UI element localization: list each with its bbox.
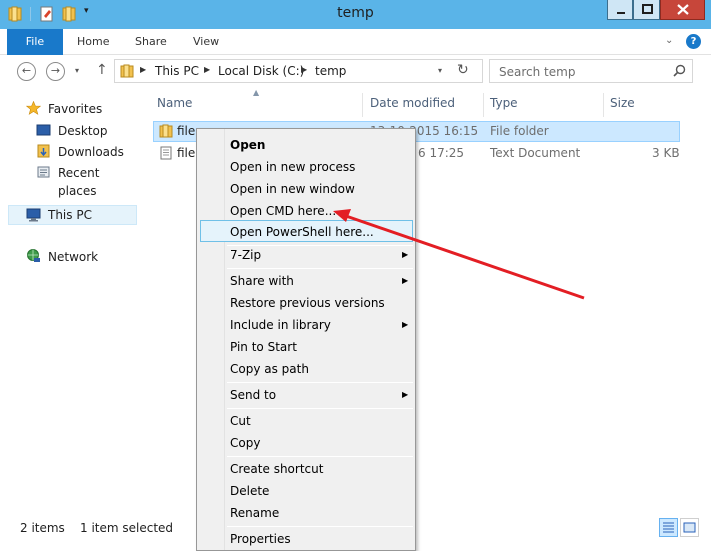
breadcrumb-local-disk[interactable]: Local Disk (C:) [218,64,304,78]
submenu-arrow-icon: ▶ [402,320,409,329]
back-arrow-icon: ← [21,64,32,77]
menu-item-restore-previous-versions[interactable]: Restore previous versions [230,293,385,313]
sidebar-item-desktop[interactable]: Desktop [58,122,108,140]
sidebar-item-downloads[interactable]: Downloads [58,143,124,161]
tab-view[interactable]: View [193,29,219,55]
menu-item-open-cmd-here[interactable]: Open CMD here... [230,201,336,221]
network-icon [27,249,40,262]
navigation-pane: Favorites Desktop Downloads Recent place… [0,88,138,518]
tab-share[interactable]: Share [135,29,167,55]
search-input[interactable]: Search temp [499,65,575,79]
text-document-icon [160,146,172,160]
menu-item-copy[interactable]: Copy [230,433,260,453]
menu-separator [227,382,413,383]
forward-button[interactable]: → [46,62,65,81]
menu-item-open-in-new-process[interactable]: Open in new process [230,157,355,177]
maximize-button[interactable] [633,0,660,20]
menu-item-open-powershell-here[interactable]: Open PowerShell here... [230,222,374,242]
refresh-icon[interactable]: ↻ [457,62,469,78]
submenu-arrow-icon: ▶ [402,250,409,259]
address-bar[interactable]: ▶ This PC ▶ Local Disk (C:) ▶ temp ▾ ↻ [114,59,483,83]
file-type: File folder [490,124,549,138]
context-menu: Open Open in new process Open in new win… [196,128,416,551]
sidebar-item-this-pc[interactable]: This PC [48,206,92,224]
file-size: 3 KB [652,146,680,160]
menu-item-send-to[interactable]: Send to [230,385,276,405]
minimize-button[interactable] [607,0,633,20]
forward-arrow-icon: → [50,64,61,77]
chevron-right-icon[interactable]: ▶ [301,65,307,74]
menu-item-7-zip[interactable]: 7-Zip [230,245,261,265]
menu-item-delete[interactable]: Delete [230,481,269,501]
file-type: Text Document [490,146,581,160]
folder-icon [120,64,134,78]
column-header-size[interactable]: Size [604,93,684,117]
menu-item-open-in-new-window[interactable]: Open in new window [230,179,355,199]
menu-item-share-with[interactable]: Share with [230,271,294,291]
up-button[interactable]: ↑ [96,62,108,78]
menu-item-include-in-library[interactable]: Include in library [230,315,331,335]
search-box[interactable]: Search temp [489,59,693,83]
status-item-count: 2 items [20,521,65,535]
menu-separator [227,526,413,527]
file-name[interactable]: file [177,124,195,138]
recent-locations-icon[interactable]: ▾ [75,66,79,75]
ribbon: File Home Share View ⌄ ? [0,29,711,55]
chevron-down-icon[interactable]: ▾ [438,66,442,75]
close-icon [677,4,689,15]
desktop-icon [36,124,51,136]
maximize-icon [642,4,653,14]
submenu-arrow-icon: ▶ [402,390,409,399]
chevron-right-icon[interactable]: ▶ [204,65,210,74]
file-date: 6 17:25 [418,146,465,160]
favorites-star-icon [26,101,41,115]
downloads-icon [37,144,50,158]
menu-gutter [224,129,225,550]
chevron-right-icon[interactable]: ▶ [140,65,146,74]
back-button[interactable]: ← [17,62,36,81]
menu-separator [227,268,413,269]
details-view-button[interactable] [659,518,678,537]
menu-separator [227,456,413,457]
details-view-icon [663,522,674,533]
menu-item-properties[interactable]: Properties [230,529,291,549]
large-icons-view-button[interactable] [680,518,699,537]
file-name[interactable]: file [177,146,195,160]
column-header-date-modified[interactable]: Date modified [364,93,484,117]
title-bar: ▾ temp [0,0,711,29]
sort-ascending-icon: ▲ [253,88,260,97]
menu-item-copy-as-path[interactable]: Copy as path [230,359,309,379]
sidebar-item-network[interactable]: Network [48,248,98,266]
search-icon[interactable] [673,64,686,77]
menu-item-pin-to-start[interactable]: Pin to Start [230,337,297,357]
breadcrumb-this-pc[interactable]: This PC [155,64,199,78]
column-header-type[interactable]: Type [484,93,604,117]
minimize-icon [617,12,625,14]
menu-item-create-shortcut[interactable]: Create shortcut [230,459,323,479]
folder-icon [159,124,173,138]
window-title: temp [337,5,374,21]
sidebar-item-favorites[interactable]: Favorites [48,100,102,118]
menu-item-cut[interactable]: Cut [230,411,251,431]
sidebar-item-recent-places[interactable]: Recent places [58,164,138,198]
breadcrumb-temp[interactable]: temp [315,64,346,78]
menu-separator [227,408,413,409]
help-icon[interactable]: ? [686,34,701,49]
status-selected-count: 1 item selected [80,521,174,535]
tab-file[interactable]: File [7,29,63,55]
this-pc-icon [26,208,41,222]
menu-item-open[interactable]: Open [230,135,265,155]
submenu-arrow-icon: ▶ [402,276,409,285]
large-icons-view-icon [683,522,696,533]
menu-item-rename[interactable]: Rename [230,503,279,523]
tab-home[interactable]: Home [77,29,109,55]
recent-places-icon [37,166,50,178]
close-button[interactable] [660,0,705,20]
expand-ribbon-icon[interactable]: ⌄ [665,35,673,46]
